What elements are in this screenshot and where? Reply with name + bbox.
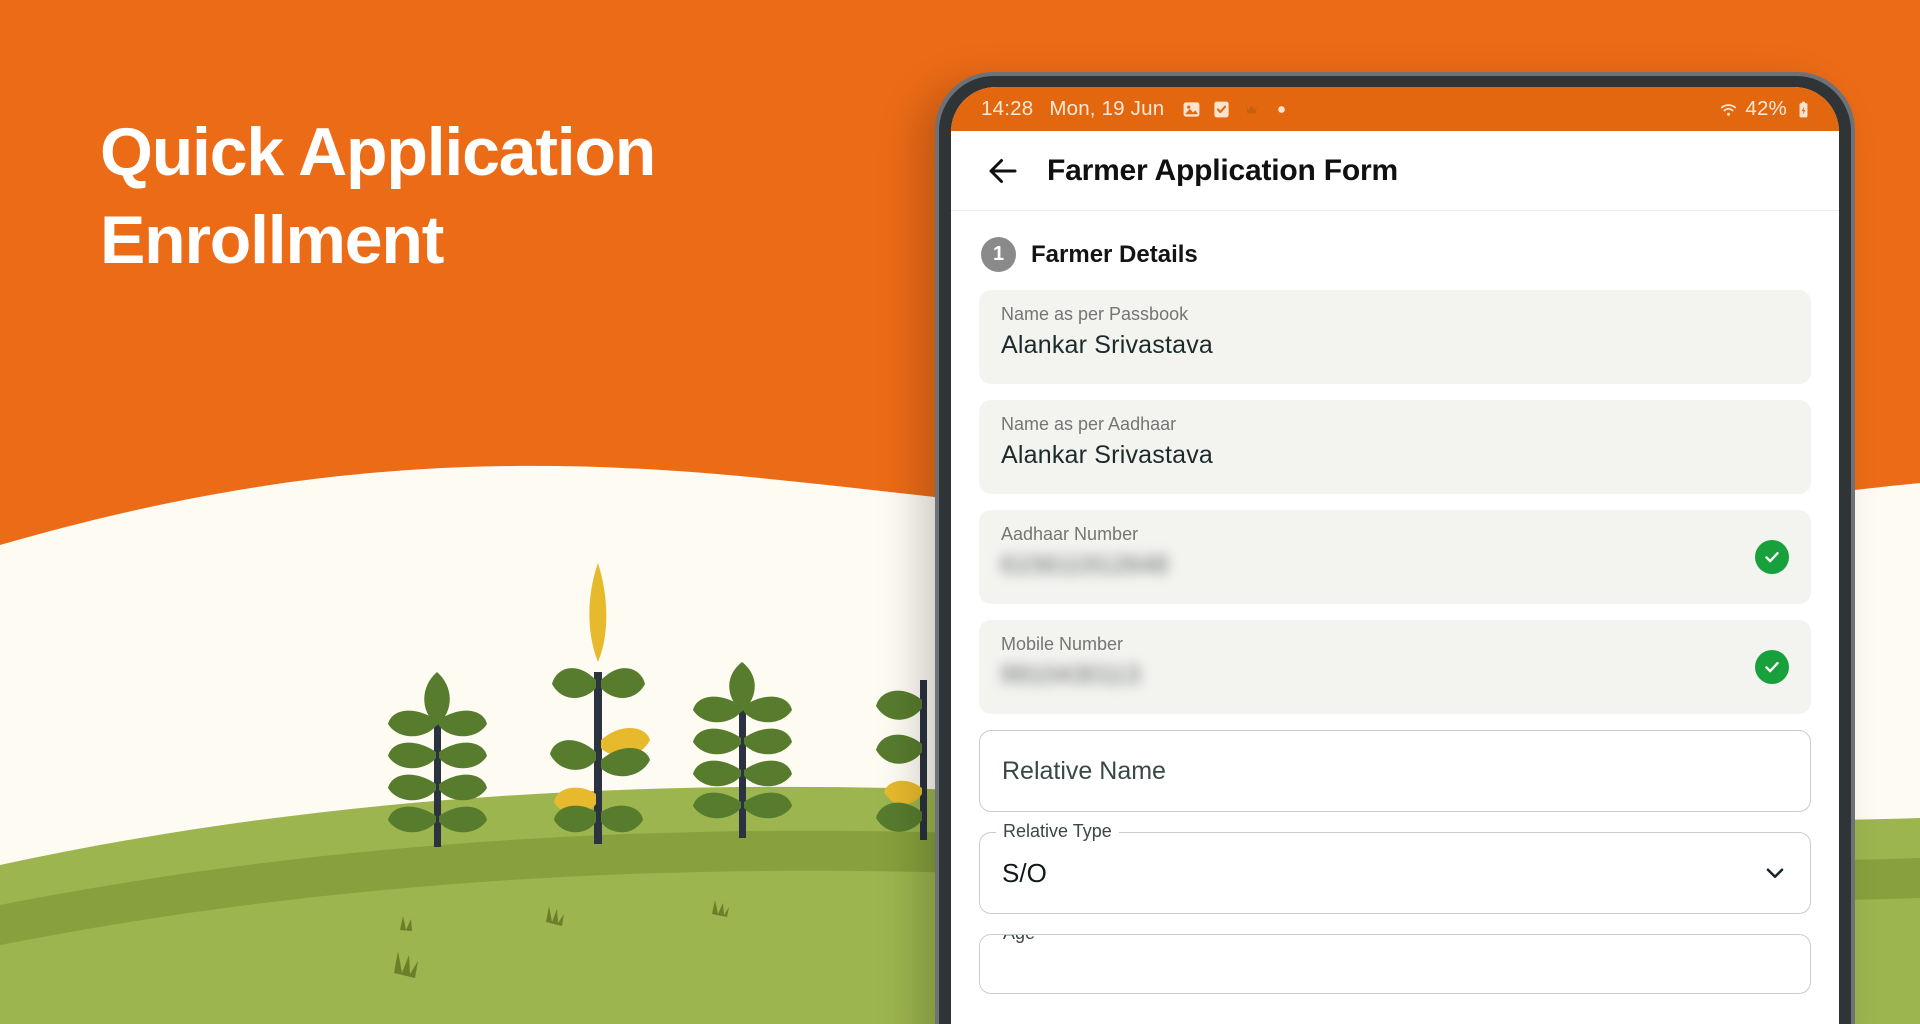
chevron-down-icon[interactable]: [1762, 860, 1788, 886]
age-legend: Age: [996, 935, 1043, 942]
relative-type-value: S/O: [1002, 857, 1047, 888]
relative-type-legend: Relative Type: [996, 822, 1119, 840]
field-label: Mobile Number: [1001, 634, 1124, 654]
field-relative-name[interactable]: Relative Name: [979, 730, 1811, 812]
field-label: Name as per Passbook: [1001, 304, 1189, 324]
field-aadhaar-number[interactable]: Aadhaar Number 615611912648: [979, 510, 1811, 604]
status-time: 14:28: [981, 97, 1034, 120]
phone-screen: 14:28 Mon, 19 Jun 42% Farmer Application…: [951, 87, 1839, 1024]
verified-check-icon: [1755, 540, 1789, 574]
field-mobile-number[interactable]: Mobile Number 9910430113: [979, 620, 1811, 714]
app-bar: Farmer Application Form: [951, 131, 1839, 211]
battery-charging-icon: [1799, 101, 1808, 117]
phone-bezel: 14:28 Mon, 19 Jun 42% Farmer Application…: [939, 76, 1851, 1024]
phone-mockup: 14:28 Mon, 19 Jun 42% Farmer Application…: [935, 72, 1855, 1024]
promo-canvas: Quick Application Enrollment 14:28 Mon, …: [0, 0, 1920, 1024]
field-value-masked: 615611912648: [1001, 551, 1169, 579]
battery-percentage: 42%: [1745, 97, 1787, 120]
field-label: Name as per Aadhaar: [1001, 414, 1177, 434]
field-name-as-per-passbook[interactable]: Name as per Passbook Alankar Srivastava: [979, 290, 1811, 384]
headline-line-2: Enrollment: [100, 202, 444, 279]
field-value: Alankar Srivastava: [1001, 331, 1214, 359]
headline-line-1: Quick Application: [100, 114, 656, 190]
field-value-masked: 9910430113: [1001, 661, 1141, 689]
app-icon: [1246, 104, 1258, 113]
status-bar: 14:28 Mon, 19 Jun 42%: [951, 87, 1839, 131]
page-title: Farmer Application Form: [1047, 153, 1399, 187]
image-icon: [1183, 101, 1200, 117]
relative-name-placeholder: Relative Name: [1002, 756, 1166, 785]
step-number-badge: 1: [981, 237, 1016, 272]
checkbox-icon: [1214, 101, 1229, 117]
field-name-as-per-aadhaar[interactable]: Name as per Aadhaar Alankar Srivastava: [979, 400, 1811, 494]
dot-icon: [1278, 105, 1286, 113]
status-right-group: 42%: [1719, 97, 1813, 121]
section-header: 1 Farmer Details: [981, 237, 1811, 272]
wifi-icon: [1721, 103, 1737, 116]
promo-headline: Quick Application Enrollment: [100, 108, 860, 285]
form-body[interactable]: 1 Farmer Details Name as per Passbook Al…: [951, 211, 1839, 1024]
verified-check-icon: [1755, 650, 1789, 684]
back-arrow-icon[interactable]: [985, 153, 1021, 189]
field-relative-type[interactable]: Relative Type S/O: [979, 822, 1811, 914]
section-title: Farmer Details: [1031, 240, 1198, 268]
field-age[interactable]: Age: [979, 934, 1811, 994]
status-date: Mon, 19 Jun: [1049, 97, 1165, 120]
status-notification-icons: [1182, 100, 1291, 119]
field-label: Aadhaar Number: [1001, 524, 1139, 544]
field-value: Alankar Srivastava: [1001, 441, 1214, 469]
